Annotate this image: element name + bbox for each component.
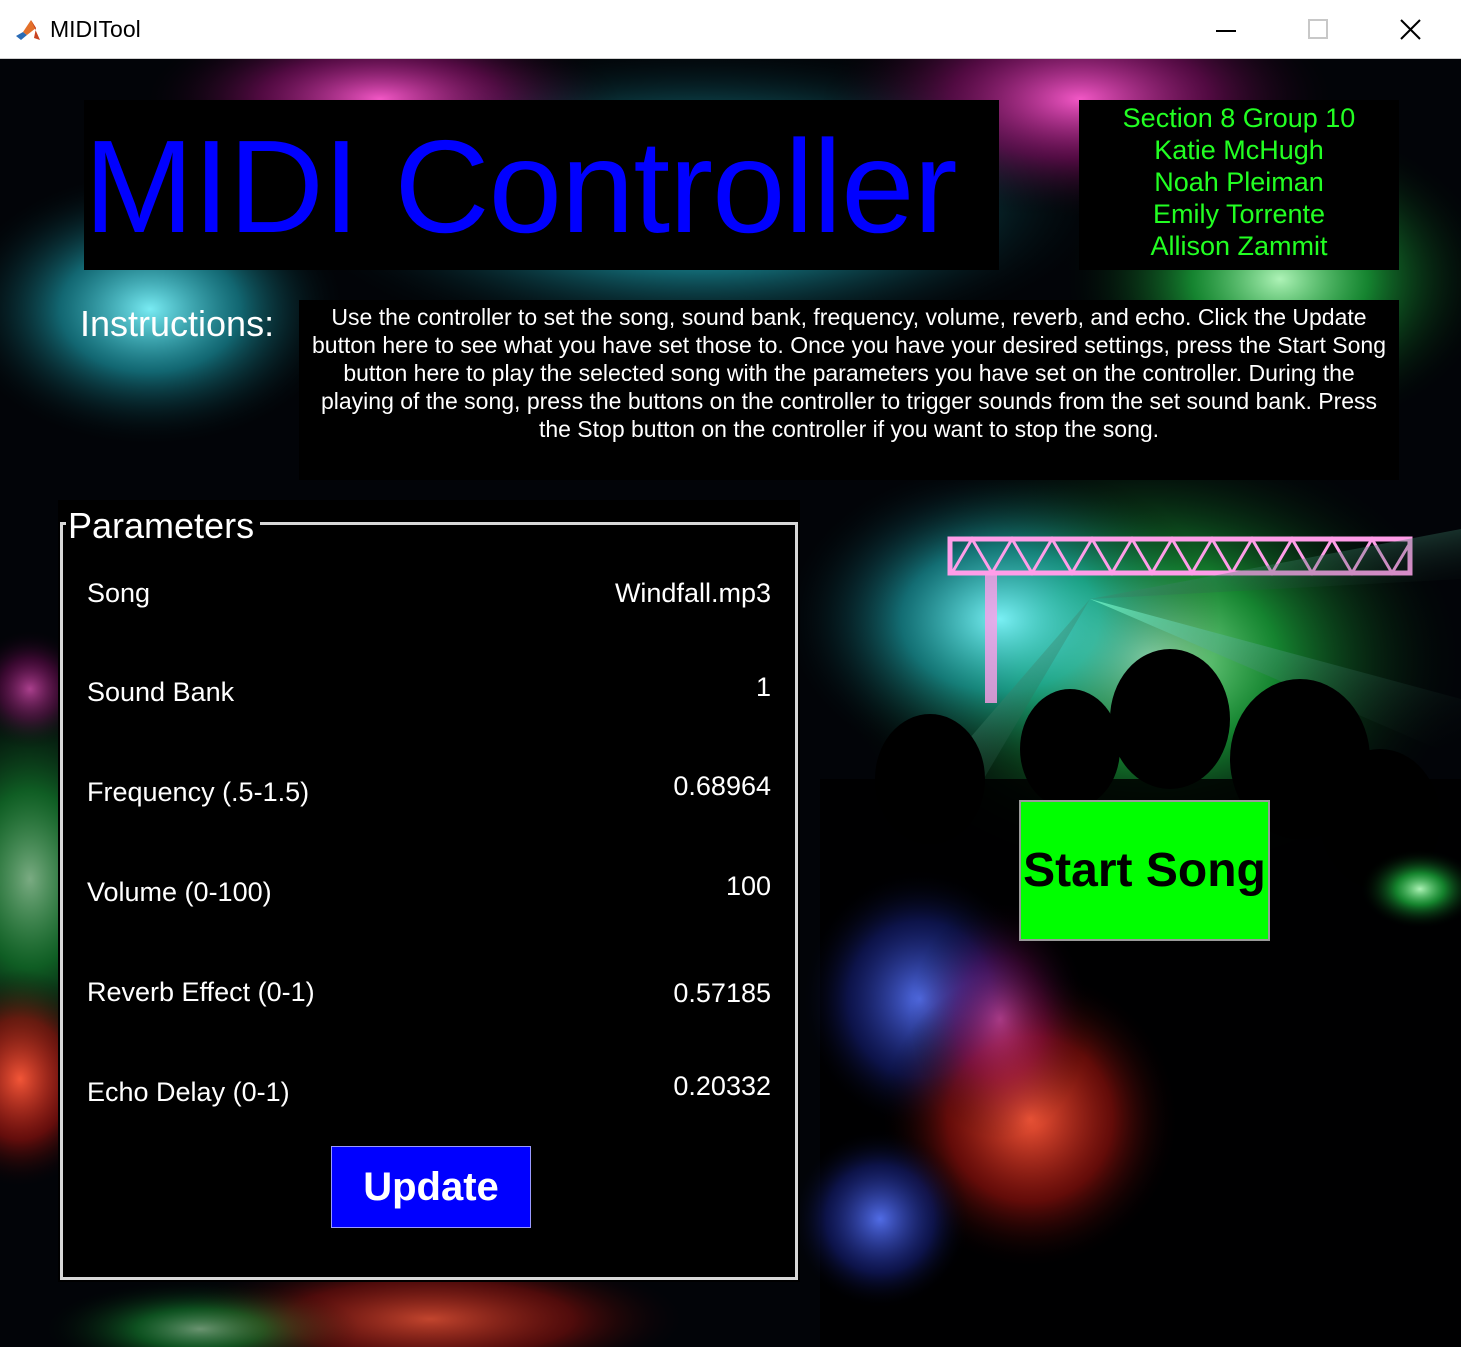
update-button[interactable]: Update xyxy=(331,1146,531,1228)
song-label: Song xyxy=(87,578,151,608)
app-window: MIDITool MIDI Controller Section 8 Group… xyxy=(0,0,1461,1347)
echo-delay-value: 0.20332 xyxy=(673,1071,771,1101)
volume-label: Volume (0-100) xyxy=(87,877,272,907)
matlab-icon xyxy=(14,18,42,44)
minimize-icon xyxy=(1216,30,1236,32)
sound-bank-value: 1 xyxy=(755,672,771,702)
sound-bank-label: Sound Bank xyxy=(87,677,235,707)
reverb-value: 0.57185 xyxy=(673,978,771,1008)
maximize-icon xyxy=(1308,19,1328,39)
parameters-panel: Parameters Song Windfall.mp3 Sound Bank … xyxy=(58,500,800,1282)
volume-value: 100 xyxy=(725,871,771,901)
app-heading: MIDI Controller xyxy=(84,113,958,260)
instructions-panel: Use the controller to set the song, soun… xyxy=(299,300,1399,480)
frequency-value: 0.68964 xyxy=(673,771,771,801)
instructions-text: Use the controller to set the song, soun… xyxy=(312,304,1386,442)
credit-line: Katie McHugh xyxy=(1154,135,1324,165)
frequency-label: Frequency (.5-1.5) xyxy=(87,777,310,807)
close-button[interactable] xyxy=(1365,0,1457,59)
reverb-label: Reverb Effect (0-1) xyxy=(87,977,315,1007)
credit-line: Allison Zammit xyxy=(1150,231,1328,261)
maximize-button[interactable] xyxy=(1273,0,1365,59)
window-title: MIDITool xyxy=(50,16,141,42)
instructions-label: Instructions: xyxy=(80,303,275,344)
title-bar: MIDITool xyxy=(0,0,1461,59)
heading-panel: MIDI Controller xyxy=(84,100,999,270)
credit-line: Emily Torrente xyxy=(1152,199,1326,229)
song-value: Windfall.mp3 xyxy=(614,578,771,608)
parameters-title: Parameters xyxy=(66,504,261,548)
start-song-button[interactable]: Start Song xyxy=(1019,800,1270,941)
credit-line: Noah Pleiman xyxy=(1154,167,1324,197)
credit-line: Section 8 Group 10 xyxy=(1122,103,1356,133)
echo-delay-label: Echo Delay (0-1) xyxy=(87,1077,290,1107)
close-icon xyxy=(1400,19,1421,40)
credits-panel: Section 8 Group 10 Katie McHugh Noah Ple… xyxy=(1079,100,1399,270)
minimize-button[interactable] xyxy=(1181,0,1273,59)
